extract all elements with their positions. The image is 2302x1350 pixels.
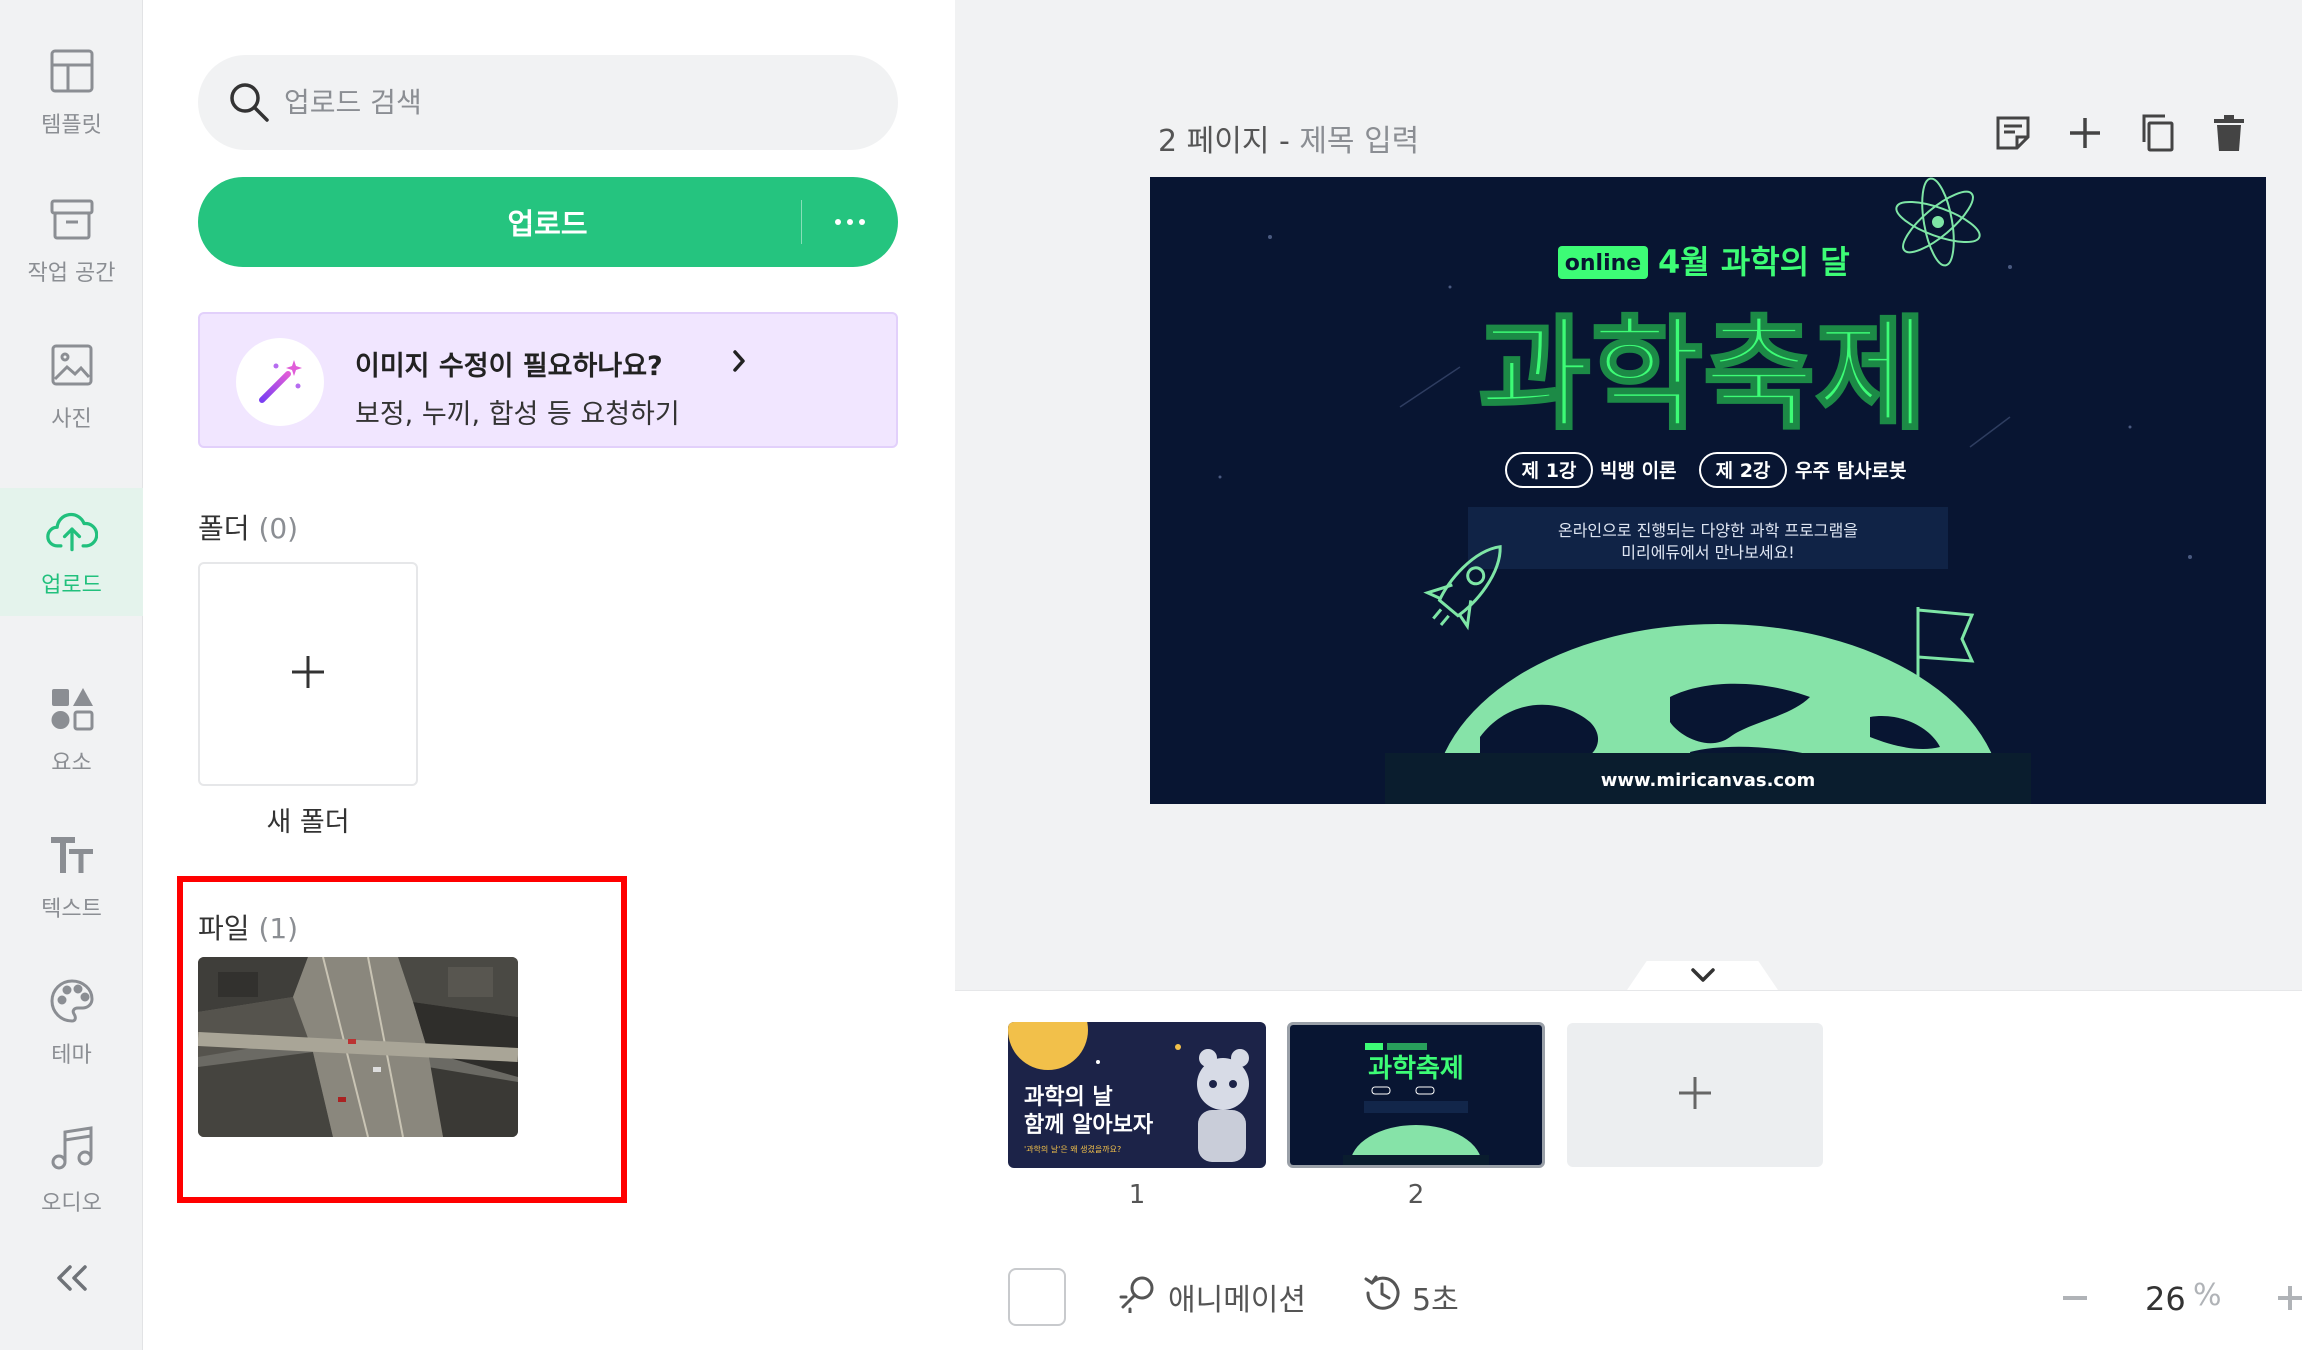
nav-item-template[interactable]: 템플릿 — [0, 28, 143, 156]
image-icon — [46, 339, 98, 391]
page-thumbnail-1[interactable]: 과학의 날 함께 알아보자 '과학의 날'은 왜 생겼을까요? — [1008, 1022, 1266, 1168]
add-page-thumbnail-button[interactable] — [1567, 1023, 1823, 1167]
new-folder-label: 새 폴더 — [266, 807, 350, 838]
history-icon — [1362, 1273, 1402, 1321]
collapse-nav-button[interactable] — [0, 1240, 143, 1320]
double-chevron-left-icon — [54, 1264, 90, 1296]
duplicate-icon — [2139, 113, 2175, 157]
folders-count: (0) — [258, 512, 299, 545]
more-options-button[interactable] — [802, 177, 898, 267]
memo-icon — [1995, 115, 2031, 155]
nav-item-audio[interactable]: 오디오 — [0, 1106, 143, 1234]
upload-button-group: 업로드 — [198, 177, 898, 267]
slide-canvas[interactable]: online 4월 과학의 달 과학축제 제 1강 빅뱅 이론 제 2강 우주 … — [1150, 177, 2266, 804]
page-title: 2 페이지 - 제목 입력 — [1158, 116, 1419, 160]
palette-icon — [46, 975, 98, 1027]
archive-icon — [46, 193, 98, 245]
nav-item-elements[interactable]: 요소 — [0, 666, 143, 794]
select-all-checkbox[interactable] — [1008, 1268, 1066, 1326]
thumb1-line1: 과학의 날 — [1024, 1085, 1113, 1110]
duration-label: 5초 — [1412, 1283, 1459, 1318]
plus-icon — [2272, 1286, 2302, 1322]
slide-subtitle: 4월 과학의 달 — [1658, 243, 1850, 281]
nav-item-theme[interactable]: 테마 — [0, 958, 143, 1086]
chevron-down-icon — [1690, 967, 1716, 987]
nav-item-upload[interactable]: 업로드 — [0, 488, 143, 616]
nav-item-label: 템플릿 — [41, 113, 102, 138]
duration-button[interactable]: 5초 — [1362, 1274, 1459, 1320]
nav-item-label: 요소 — [51, 751, 92, 776]
folders-heading: 폴더 (0) — [198, 507, 298, 547]
slide-online-badge: online — [1565, 251, 1641, 276]
page-number-1: 1 — [1128, 1180, 1146, 1210]
trash-icon — [2213, 114, 2245, 156]
page-thumbnail-2[interactable]: 과학축제 — [1287, 1022, 1545, 1168]
lecture1-name: 빅뱅 이론 — [1600, 460, 1677, 482]
zoom-in-button[interactable] — [2272, 1278, 2302, 1318]
highlight-box — [177, 876, 627, 1203]
animation-button[interactable]: 애니메이션 — [1118, 1274, 1306, 1320]
chevron-right-icon — [730, 348, 748, 378]
image-edit-promo[interactable]: 이미지 수정이 필요하나요? 보정, 누끼, 합성 등 요청하기 — [198, 312, 898, 448]
left-nav: 템플릿 작업 공간 사진 업로드 요소 텍스트 테마 오디오 — [0, 0, 143, 1350]
upload-button[interactable]: 업로드 — [198, 201, 801, 243]
page-title-input[interactable]: 제목 입력 — [1299, 124, 1419, 159]
delete-page-button[interactable] — [2204, 110, 2254, 160]
slide-url: www.miricanvas.com — [1601, 770, 1815, 791]
zoom-out-button[interactable] — [2055, 1278, 2095, 1318]
minus-icon — [2055, 1296, 2095, 1322]
template-icon — [46, 45, 98, 97]
nav-item-label: 오디오 — [41, 1191, 102, 1216]
lecture2-name: 우주 탐사로봇 — [1795, 460, 1907, 482]
text-icon — [46, 829, 98, 881]
zoom-unit: % — [2193, 1278, 2222, 1313]
duplicate-page-button[interactable] — [2132, 110, 2182, 160]
page-number-2: 2 — [1407, 1180, 1425, 1210]
promo-title: 이미지 수정이 필요하나요? — [355, 351, 663, 382]
zoom-value[interactable]: 26 — [2145, 1280, 2186, 1318]
lecture1-tag: 제 1강 — [1522, 460, 1577, 482]
search-box — [198, 55, 898, 150]
nav-item-text[interactable]: 텍스트 — [0, 812, 143, 940]
slide-desc-2: 미리에듀에서 만나보세요! — [1621, 543, 1794, 562]
memo-button[interactable] — [1988, 110, 2038, 160]
nav-item-photo[interactable]: 사진 — [0, 322, 143, 450]
animation-icon — [1118, 1273, 1158, 1321]
animation-label: 애니메이션 — [1168, 1283, 1306, 1318]
thumb2-title: 과학축제 — [1368, 1054, 1464, 1084]
shapes-icon — [46, 683, 98, 735]
plus-icon — [1677, 1075, 1713, 1115]
plus-icon — [290, 654, 326, 694]
search-icon — [228, 81, 270, 127]
new-folder-button[interactable] — [198, 562, 418, 786]
lecture2-tag: 제 2강 — [1716, 460, 1771, 482]
nav-item-label: 업로드 — [41, 573, 102, 598]
nav-item-label: 테마 — [51, 1043, 92, 1068]
add-page-button[interactable] — [2060, 110, 2110, 160]
cloud-upload-icon — [45, 505, 98, 557]
nav-item-workspace[interactable]: 작업 공간 — [0, 176, 143, 304]
collapse-tray-button[interactable] — [1625, 961, 1780, 993]
page-number-label: 2 페이지 - — [1158, 124, 1300, 159]
magic-wand-icon — [236, 338, 324, 426]
folders-title: 폴더 — [198, 512, 250, 545]
nav-item-label: 텍스트 — [41, 897, 102, 922]
slide-title: 과학축제 — [1479, 304, 1928, 446]
thumb1-line2: 함께 알아보자 — [1024, 1113, 1154, 1138]
nav-item-label: 작업 공간 — [27, 261, 116, 286]
thumb1-foot: '과학의 날'은 왜 생겼을까요? — [1024, 1144, 1121, 1154]
promo-subtitle: 보정, 누끼, 합성 등 요청하기 — [355, 399, 680, 430]
nav-item-label: 사진 — [51, 407, 92, 432]
slide-desc-1: 온라인으로 진행되는 다양한 과학 프로그램을 — [1558, 521, 1858, 540]
music-icon — [46, 1123, 98, 1175]
search-input[interactable] — [284, 86, 844, 119]
add-page-icon — [2068, 116, 2102, 154]
